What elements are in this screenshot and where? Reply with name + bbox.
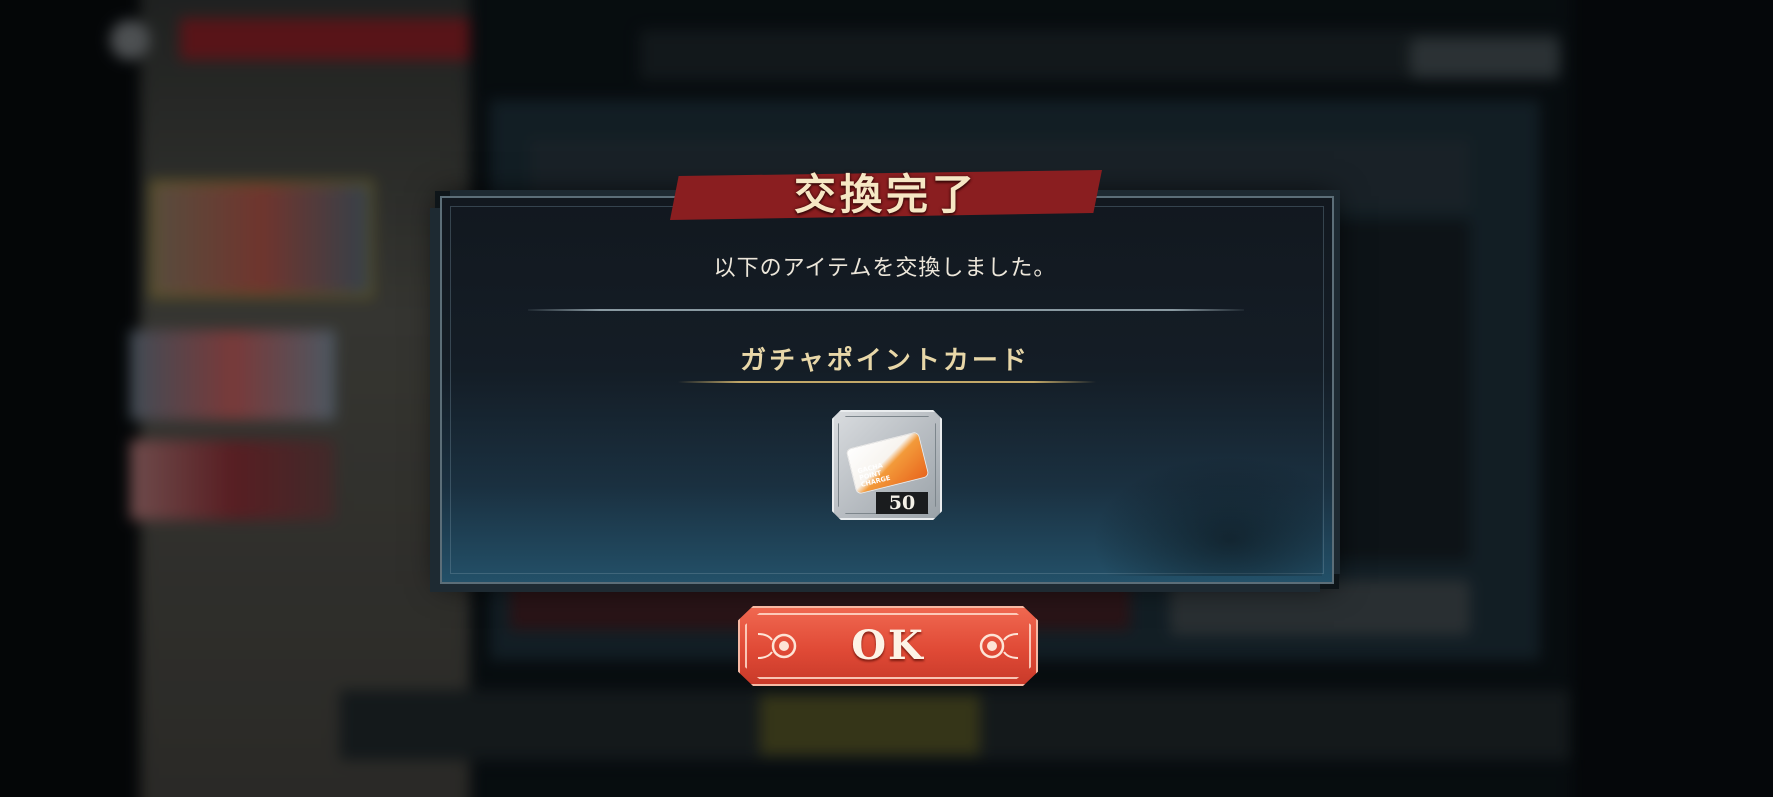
divider (528, 309, 1244, 311)
dialog-title: 交換完了 (793, 170, 978, 219)
ok-button-label: OK (851, 622, 925, 669)
dialog-message: 以下のアイテムを交換しました。 (713, 256, 1057, 281)
item-slot[interactable]: GACHA POINT CHARGE 50 (832, 410, 942, 520)
gacha-point-card-icon: GACHA POINT CHARGE (846, 432, 929, 494)
item-name-underline (678, 381, 1096, 383)
ok-button[interactable]: OK (738, 606, 1038, 686)
item-name: ガチャポイントカード (740, 346, 1030, 376)
item-quantity: 50 (876, 492, 928, 514)
